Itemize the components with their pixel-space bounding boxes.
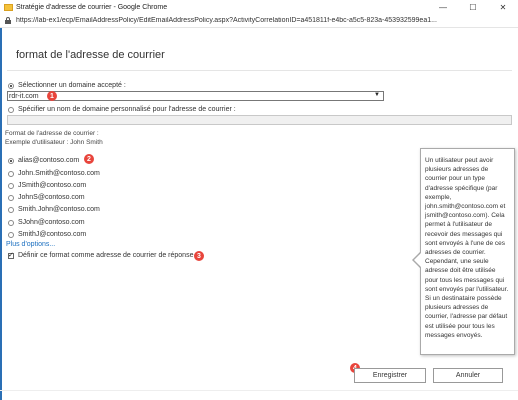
domain-select[interactable]: rdr-it.com ▼ — [7, 91, 384, 101]
chevron-down-icon[interactable]: ▼ — [374, 92, 380, 98]
custom-domain-radio[interactable] — [8, 106, 14, 113]
format-option[interactable]: alias@contoso.com — [8, 157, 79, 164]
format-option-label: JohnS@contoso.com — [18, 194, 85, 201]
footer-divider — [0, 390, 518, 391]
format-radio[interactable] — [8, 194, 14, 201]
minimize-button[interactable]: — — [428, 0, 458, 14]
format-radio[interactable] — [8, 157, 14, 164]
format-option[interactable]: Smith.John@contoso.com — [8, 206, 100, 213]
callout-badge-3: 3 — [194, 251, 204, 261]
format-radio[interactable] — [8, 231, 14, 238]
address-bar[interactable]: https://lab-ex1/ecp/EmailAddressPolicy/E… — [0, 14, 518, 28]
format-option[interactable]: SJohn@contoso.com — [8, 219, 85, 226]
format-option-label: SJohn@contoso.com — [18, 219, 85, 226]
format-option-label: JSmith@contoso.com — [18, 182, 87, 189]
custom-domain-label: Spécifier un nom de domaine personnalisé… — [18, 106, 236, 113]
reply-address-checkbox[interactable] — [8, 251, 14, 259]
format-option-label: John.Smith@contoso.com — [18, 170, 100, 177]
window-controls: — ☐ ✕ — [428, 0, 518, 14]
format-option[interactable]: SmithJ@contoso.com — [8, 231, 86, 238]
custom-domain-input[interactable] — [7, 115, 512, 125]
close-button[interactable]: ✕ — [488, 0, 518, 14]
tooltip-pointer-fill — [414, 253, 421, 267]
more-options-link[interactable]: Plus d'options... — [6, 241, 55, 248]
format-radio[interactable] — [8, 182, 14, 189]
window-title: Stratégie d'adresse de courrier - Google… — [16, 3, 168, 11]
accepted-domain-radio[interactable] — [8, 82, 14, 89]
maximize-button[interactable]: ☐ — [458, 0, 488, 14]
accepted-domain-option[interactable]: Sélectionner un domaine accepté : — [8, 82, 126, 89]
domain-select-value: rdr-it.com — [9, 92, 39, 100]
left-accent-strip — [0, 28, 2, 400]
custom-domain-option[interactable]: Spécifier un nom de domaine personnalisé… — [8, 106, 236, 113]
divider — [7, 70, 512, 71]
url-text[interactable]: https://lab-ex1/ecp/EmailAddressPolicy/E… — [16, 17, 511, 24]
window-titlebar: Stratégie d'adresse de courrier - Google… — [0, 0, 518, 14]
lock-icon — [5, 17, 11, 24]
format-option-label: alias@contoso.com — [18, 157, 80, 164]
format-option[interactable]: JohnS@contoso.com — [8, 194, 85, 201]
accepted-domain-label: Sélectionner un domaine accepté : — [18, 82, 126, 89]
save-button[interactable]: Enregistrer — [354, 368, 426, 383]
format-option[interactable]: John.Smith@contoso.com — [8, 170, 100, 177]
reply-address-label: Définir ce format comme adresse de courr… — [18, 252, 194, 259]
user-example: Exemple d'utilisateur : John Smith — [5, 139, 103, 146]
reply-address-option[interactable]: Définir ce format comme adresse de courr… — [8, 251, 194, 259]
format-heading: Format de l'adresse de courrier : — [5, 130, 99, 137]
callout-badge-1: 1 — [47, 91, 57, 101]
cancel-button[interactable]: Annuler — [433, 368, 503, 383]
format-radio[interactable] — [8, 170, 14, 177]
format-option[interactable]: JSmith@contoso.com — [8, 182, 86, 189]
format-option-label: Smith.John@contoso.com — [18, 206, 100, 213]
help-tooltip: Un utilisateur peut avoir plusieurs adre… — [420, 148, 515, 355]
callout-badge-2: 2 — [84, 154, 94, 164]
format-option-label: SmithJ@contoso.com — [18, 231, 87, 238]
tooltip-text: Un utilisateur peut avoir plusieurs adre… — [425, 157, 509, 339]
envelope-icon — [4, 3, 13, 12]
format-radio[interactable] — [8, 206, 14, 213]
format-radio[interactable] — [8, 219, 14, 226]
page-title: format de l'adresse de courrier — [16, 49, 165, 61]
